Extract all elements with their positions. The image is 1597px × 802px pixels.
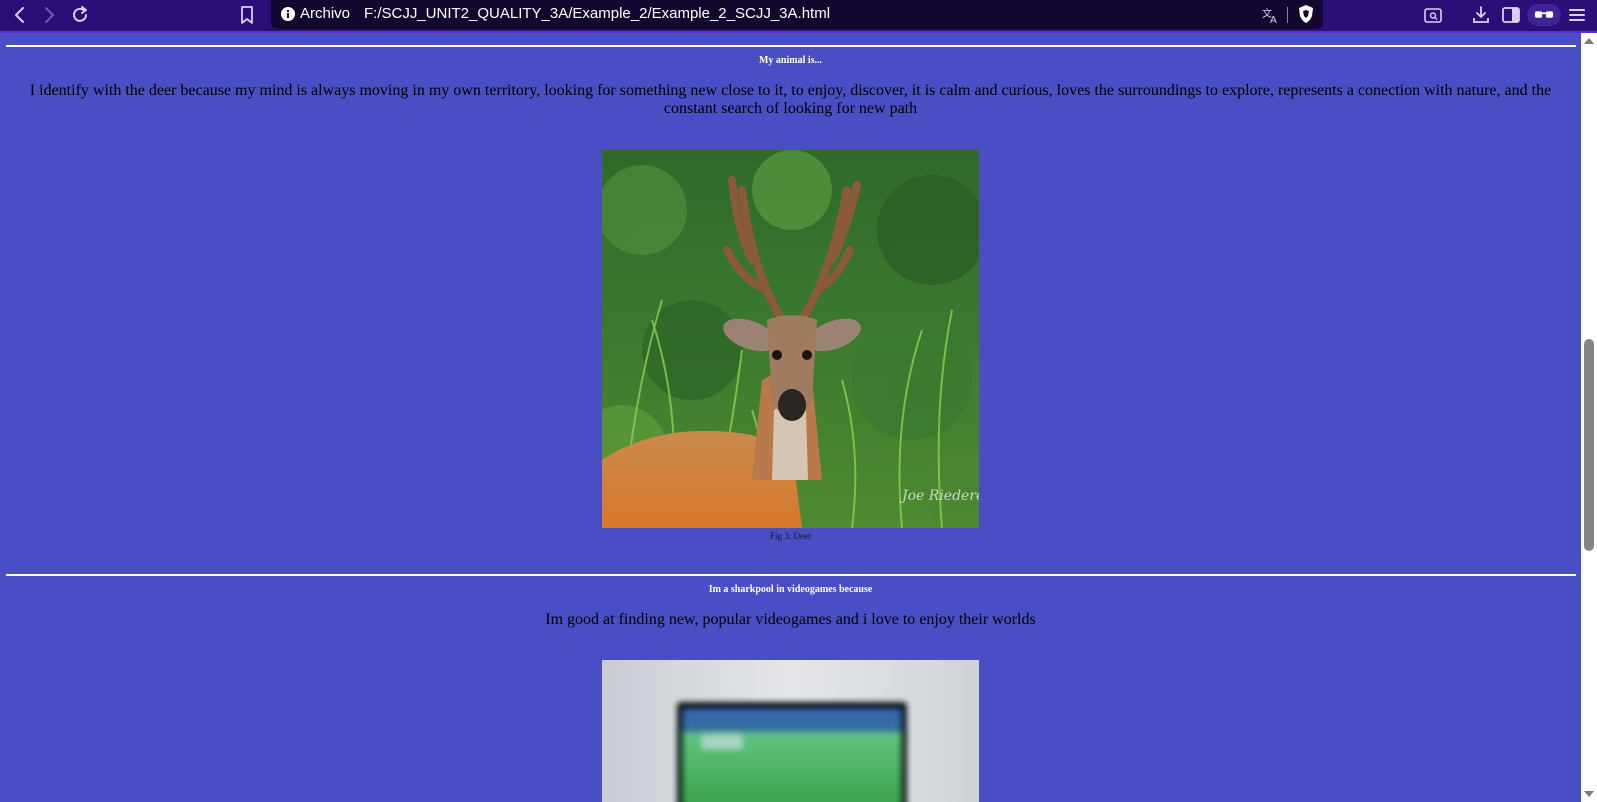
section-heading-videogames: Im a sharkpool in videogames because xyxy=(708,584,873,595)
deer-photo: Joe Riederer xyxy=(602,150,979,528)
sidebar-icon[interactable] xyxy=(1499,3,1523,27)
brave-shield-icon[interactable] xyxy=(1296,4,1316,24)
url-separator xyxy=(1287,7,1288,23)
bookmark-icon[interactable] xyxy=(235,3,259,27)
forward-icon[interactable] xyxy=(37,3,61,27)
scroll-down-icon[interactable] xyxy=(1584,791,1594,797)
translate-icon[interactable]: 文 A xyxy=(1261,5,1281,25)
scroll-up-icon[interactable] xyxy=(1584,38,1594,44)
section-divider xyxy=(6,574,1576,576)
browser-toolbar: Archivo F:/SCJJ_UNIT2_QUALITY_3A/Example… xyxy=(0,0,1597,33)
back-icon[interactable] xyxy=(8,3,32,27)
svg-text:A: A xyxy=(1270,15,1277,25)
url-text[interactable]: F:/SCJJ_UNIT2_QUALITY_3A/Example_2/Examp… xyxy=(364,5,830,22)
page-scrollbar[interactable] xyxy=(1581,33,1597,802)
url-scheme-label: Archivo xyxy=(300,5,351,22)
page-search-icon[interactable] xyxy=(1421,3,1445,27)
info-icon[interactable] xyxy=(281,7,295,21)
scrollbar-thumb[interactable] xyxy=(1584,339,1594,551)
section-divider xyxy=(6,45,1576,47)
reload-icon[interactable] xyxy=(68,3,92,27)
address-bar[interactable]: Archivo F:/SCJJ_UNIT2_QUALITY_3A/Example… xyxy=(271,0,1323,29)
figure-caption-deer: Fig 3: Deer xyxy=(770,531,811,541)
svg-text:Joe Riederer: Joe Riederer xyxy=(899,488,979,504)
page-viewport: My animal is... I identify with the deer… xyxy=(0,33,1581,802)
section-heading-animal: My animal is... xyxy=(758,55,823,66)
section-paragraph-videogames: Im good at finding new, popular videogam… xyxy=(545,611,1036,628)
download-icon[interactable] xyxy=(1469,3,1493,27)
section-paragraph-animal: I identify with the deer because my mind… xyxy=(29,82,1552,117)
wallet-icon[interactable] xyxy=(1527,4,1561,26)
menu-icon[interactable] xyxy=(1565,3,1589,27)
videogame-photo xyxy=(602,660,979,802)
